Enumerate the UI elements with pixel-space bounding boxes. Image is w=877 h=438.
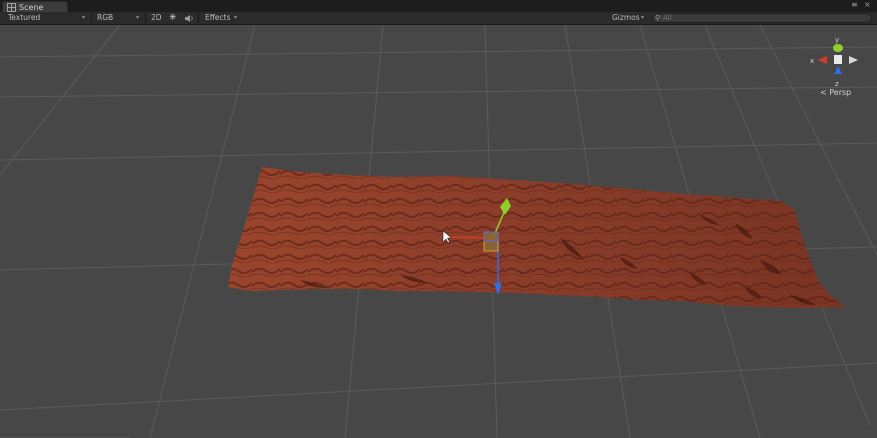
mode-2d-label: 2D [151, 13, 162, 22]
scene-canvas [0, 25, 877, 438]
color-mode-chevron-icon: ▾ [136, 14, 140, 21]
color-mode-dropdown[interactable]: RGB [97, 12, 113, 24]
search-input[interactable]: ⚲ All [652, 13, 872, 23]
axis-x-label: x [810, 57, 814, 65]
z-cone-icon [834, 66, 842, 74]
effects-dropdown[interactable]: Effects [205, 12, 231, 24]
axis-z-label: z [835, 80, 839, 88]
scene-viewport[interactable] [0, 25, 877, 438]
render-mode-chevron-icon: ▾ [82, 14, 86, 21]
render-mode-label: Textured [8, 13, 41, 22]
projection-label: Persp [829, 88, 852, 97]
y-cone-icon [833, 44, 843, 52]
tab-strip: Scene ≡ × [0, 0, 877, 12]
sun-icon[interactable]: ✳ [169, 12, 177, 24]
tab-scene[interactable]: Scene [2, 1, 68, 12]
projection-toggle[interactable]: < Persp [820, 88, 851, 97]
gizmo-center-cube [834, 55, 842, 64]
mode-2d-toggle[interactable]: 2D [151, 12, 162, 24]
context-menu-icon[interactable]: ≡ [851, 0, 858, 10]
toolbar-divider [198, 13, 199, 23]
scene-toolbar: Textured ▾ RGB ▾ 2D ✳ Effects ▾ Gizmos ▾… [0, 12, 877, 25]
orientation-gizmo[interactable]: y x z [808, 34, 868, 94]
perspective-icon: < [820, 88, 827, 97]
terrain-mesh [228, 167, 846, 308]
toolbar-divider [91, 13, 92, 23]
close-icon[interactable]: × [864, 0, 871, 10]
effects-chevron-icon: ▾ [234, 14, 238, 21]
render-mode-dropdown[interactable]: Textured [8, 12, 40, 24]
search-icon: ⚲ [655, 14, 661, 22]
color-mode-label: RGB [97, 13, 114, 22]
scene-grid-icon [7, 3, 16, 12]
scene-window: Scene ≡ × Textured ▾ RGB ▾ 2D ✳ Effects [0, 0, 877, 438]
x-cone-icon [818, 56, 827, 64]
toolbar-divider [145, 13, 146, 23]
gizmos-chevron-icon: ▾ [641, 14, 645, 21]
gizmos-dropdown[interactable]: Gizmos [612, 12, 640, 24]
effects-label: Effects [205, 13, 231, 22]
neg-x-cone-icon [849, 56, 858, 64]
search-placeholder: All [663, 14, 672, 22]
gizmos-label: Gizmos [612, 13, 640, 22]
axis-y-label: y [835, 36, 839, 44]
speaker-icon[interactable] [184, 12, 195, 24]
